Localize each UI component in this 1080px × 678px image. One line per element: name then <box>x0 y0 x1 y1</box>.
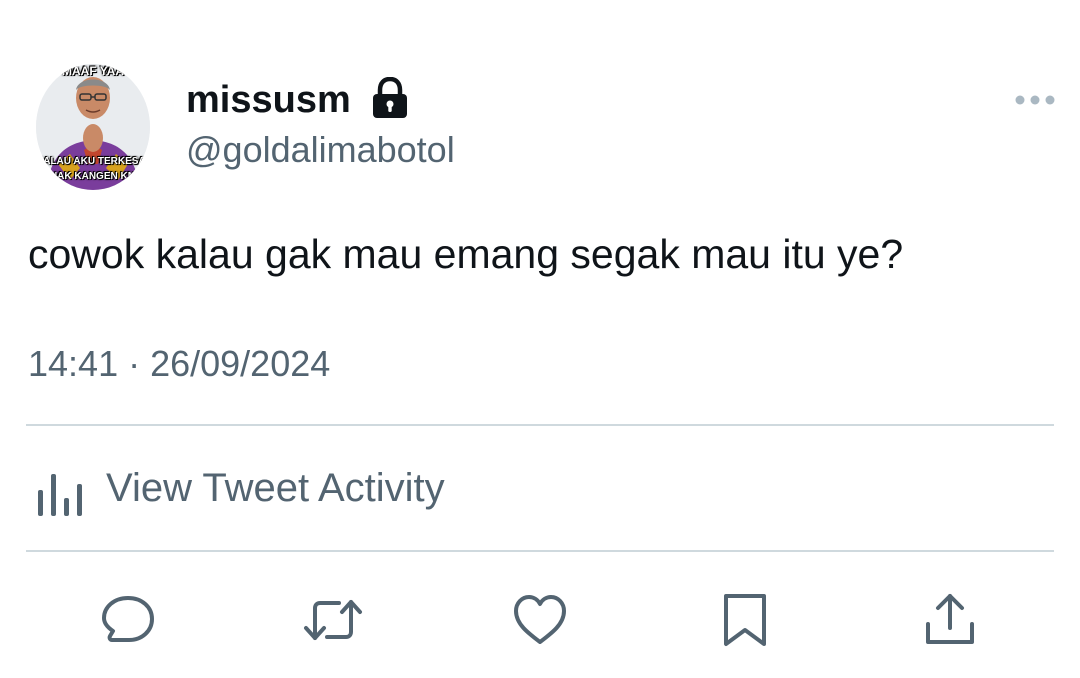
share-icon <box>926 594 974 644</box>
divider <box>26 550 1054 552</box>
avatar-caption-top: MAAF YAA <box>61 64 124 78</box>
bookmark-icon <box>724 594 766 646</box>
divider <box>26 424 1054 426</box>
user-handle[interactable]: @goldalimabotol <box>186 128 455 172</box>
view-tweet-activity-button[interactable]: View Tweet Activity <box>26 446 526 532</box>
reply-icon <box>102 596 154 642</box>
tweet-text: cowok kalau gak mau emang segak mau itu … <box>28 231 904 277</box>
reply-button[interactable] <box>98 590 158 650</box>
display-name[interactable]: missusm <box>186 78 351 122</box>
avatar-caption-bottom: NAK KANGEN KM <box>49 171 137 182</box>
lock-icon <box>373 77 407 118</box>
avatar-caption-middle: KALAU AKU TERKESAN <box>36 156 150 167</box>
bar-chart-icon <box>38 474 82 516</box>
more-options-icon[interactable] <box>1014 93 1056 107</box>
heart-icon <box>514 595 566 644</box>
retweet-icon <box>304 600 362 640</box>
retweet-button[interactable] <box>303 590 363 650</box>
avatar[interactable]: MAAF YAA KALAU AKU TERKESAN NAK KANGEN K… <box>36 64 150 190</box>
share-button[interactable] <box>920 590 980 650</box>
bookmark-button[interactable] <box>715 590 775 650</box>
view-tweet-activity-label: View Tweet Activity <box>106 466 445 510</box>
tweet-timestamp[interactable]: 14:41 · 26/09/2024 <box>28 342 330 386</box>
like-button[interactable] <box>510 590 570 650</box>
